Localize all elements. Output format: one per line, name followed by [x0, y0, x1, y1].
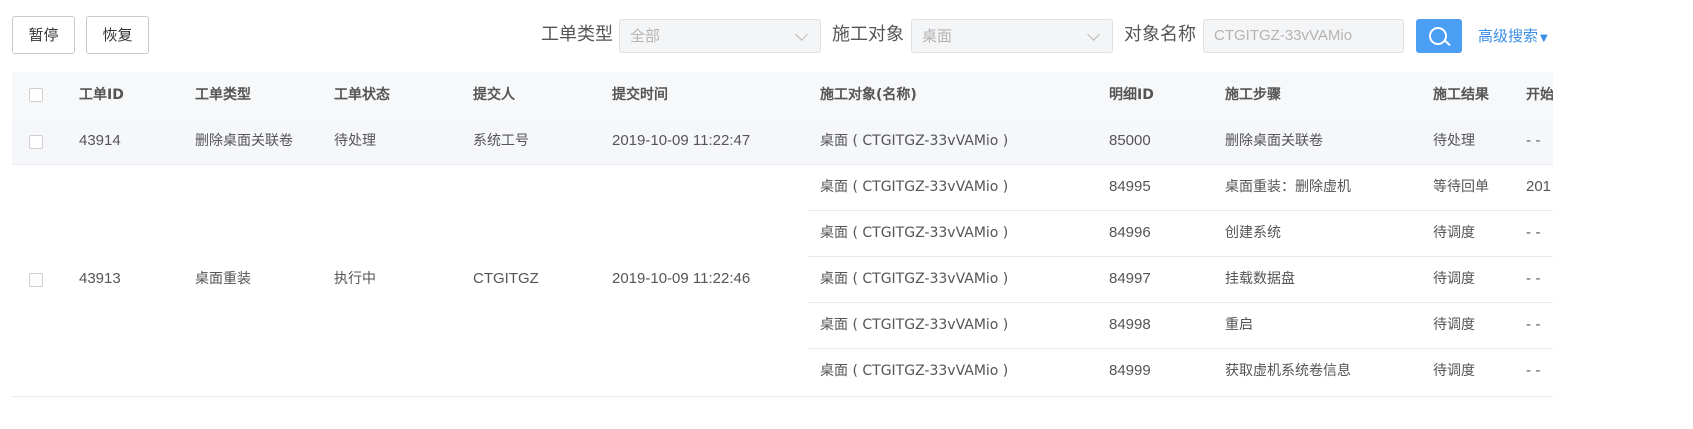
order-type: 桌面重装 — [195, 271, 251, 287]
table-header: 工单ID 工单类型 工单状态 提交人 提交时间 施工对象(名称) 明细ID 施工… — [12, 72, 1553, 118]
order-status: 待处理 — [334, 133, 376, 149]
detail-step: 重启 — [1225, 317, 1253, 333]
select-all-checkbox[interactable] — [29, 88, 43, 102]
order-type-select[interactable]: 全部 — [619, 19, 821, 53]
work-order-page: 暂停 恢复 工单类型 全部 施工对象 桌面 对象名称 CTGITGZ-33vVA… — [0, 0, 1693, 429]
order-submitter: CTGITGZ — [473, 270, 539, 287]
detail-step: 桌面重装：删除虚机 — [1225, 179, 1351, 195]
target-value: 桌面 — [922, 27, 953, 45]
detail-start: - - — [1526, 225, 1541, 241]
detail-id: 85000 — [1109, 132, 1151, 149]
search-icon — [1429, 27, 1447, 45]
detail-result: 待处理 — [1433, 133, 1475, 149]
col-step: 施工步骤 — [1225, 87, 1281, 103]
row-checkbox[interactable] — [29, 135, 43, 149]
detail-id: 84998 — [1109, 316, 1151, 333]
detail-step: 创建系统 — [1225, 225, 1281, 241]
chevron-down-icon — [1087, 28, 1100, 41]
detail-start: - - — [1526, 317, 1541, 333]
col-order-type: 工单类型 — [195, 87, 251, 103]
chevron-down-icon — [795, 28, 808, 41]
pause-button[interactable]: 暂停 — [12, 16, 75, 54]
sub-row-divider — [808, 210, 1553, 211]
detail-result: 等待回单 — [1433, 179, 1489, 195]
order-submitter: 系统工号 — [473, 133, 529, 149]
detail-step: 获取虚机系统卷信息 — [1225, 363, 1351, 379]
row-checkbox[interactable] — [29, 273, 43, 287]
advanced-search-label: 高级搜索 — [1478, 27, 1539, 45]
detail-target: 桌面 ( CTGITGZ-33vVAMio ) — [820, 317, 1009, 333]
col-order-id: 工单ID — [79, 87, 124, 103]
row-divider — [12, 396, 1553, 397]
detail-result: 待调度 — [1433, 225, 1475, 241]
order-type-value: 全部 — [630, 27, 661, 45]
table-row[interactable]: 43913 桌面重装 执行中 CTGITGZ 2019-10-09 11:22:… — [12, 165, 1553, 396]
target-select[interactable]: 桌面 — [911, 19, 1113, 53]
order-time: 2019-10-09 11:22:47 — [612, 132, 751, 149]
detail-result: 待调度 — [1433, 317, 1475, 333]
sub-row-divider — [808, 302, 1553, 303]
detail-id: 84995 — [1109, 178, 1151, 195]
detail-target: 桌面 ( CTGITGZ-33vVAMio ) — [820, 363, 1009, 379]
detail-id: 84996 — [1109, 224, 1151, 241]
table-row[interactable]: 43914 删除桌面关联卷 待处理 系统工号 2019-10-09 11:22:… — [12, 118, 1553, 164]
order-time: 2019-10-09 11:22:46 — [612, 270, 751, 287]
order-type-label: 工单类型 — [541, 24, 613, 45]
detail-start: - - — [1526, 363, 1541, 379]
detail-start: - - — [1526, 133, 1541, 149]
object-name-label: 对象名称 — [1124, 24, 1196, 45]
detail-start: 201 — [1526, 178, 1552, 195]
detail-result: 待调度 — [1433, 363, 1475, 379]
col-result: 施工结果 — [1433, 87, 1489, 103]
order-type: 删除桌面关联卷 — [195, 133, 293, 149]
col-order-status: 工单状态 — [334, 87, 390, 103]
detail-target: 桌面 ( CTGITGZ-33vVAMio ) — [820, 225, 1009, 241]
advanced-search-link[interactable]: 高级搜索 ▼ — [1478, 26, 1548, 49]
search-button[interactable] — [1416, 19, 1462, 53]
order-id: 43913 — [79, 270, 121, 287]
detail-step: 删除桌面关联卷 — [1225, 133, 1323, 149]
detail-step: 挂载数据盘 — [1225, 271, 1295, 287]
col-detail-id: 明细ID — [1109, 87, 1154, 103]
detail-target: 桌面 ( CTGITGZ-33vVAMio ) — [820, 179, 1009, 195]
order-status: 执行中 — [334, 271, 376, 287]
detail-id: 84999 — [1109, 362, 1151, 379]
col-submit-time: 提交时间 — [612, 87, 668, 103]
caret-down-icon: ▼ — [1540, 33, 1548, 44]
target-label: 施工对象 — [832, 24, 904, 45]
object-name-input[interactable]: CTGITGZ-33vVAMio — [1203, 19, 1404, 53]
resume-button[interactable]: 恢复 — [86, 16, 149, 54]
detail-result: 待调度 — [1433, 271, 1475, 287]
col-target: 施工对象(名称) — [820, 87, 917, 103]
detail-target: 桌面 ( CTGITGZ-33vVAMio ) — [820, 133, 1009, 149]
col-start: 开始 — [1526, 87, 1553, 103]
sub-row-divider — [808, 256, 1553, 257]
work-order-table: 工单ID 工单类型 工单状态 提交人 提交时间 施工对象(名称) 明细ID 施工… — [12, 72, 1553, 397]
order-id: 43914 — [79, 132, 121, 149]
detail-target: 桌面 ( CTGITGZ-33vVAMio ) — [820, 271, 1009, 287]
toolbar: 暂停 恢复 工单类型 全部 施工对象 桌面 对象名称 CTGITGZ-33vVA… — [0, 0, 1693, 70]
detail-start: - - — [1526, 271, 1541, 287]
col-submitter: 提交人 — [473, 87, 515, 103]
detail-id: 84997 — [1109, 270, 1151, 287]
sub-row-divider — [808, 348, 1553, 349]
